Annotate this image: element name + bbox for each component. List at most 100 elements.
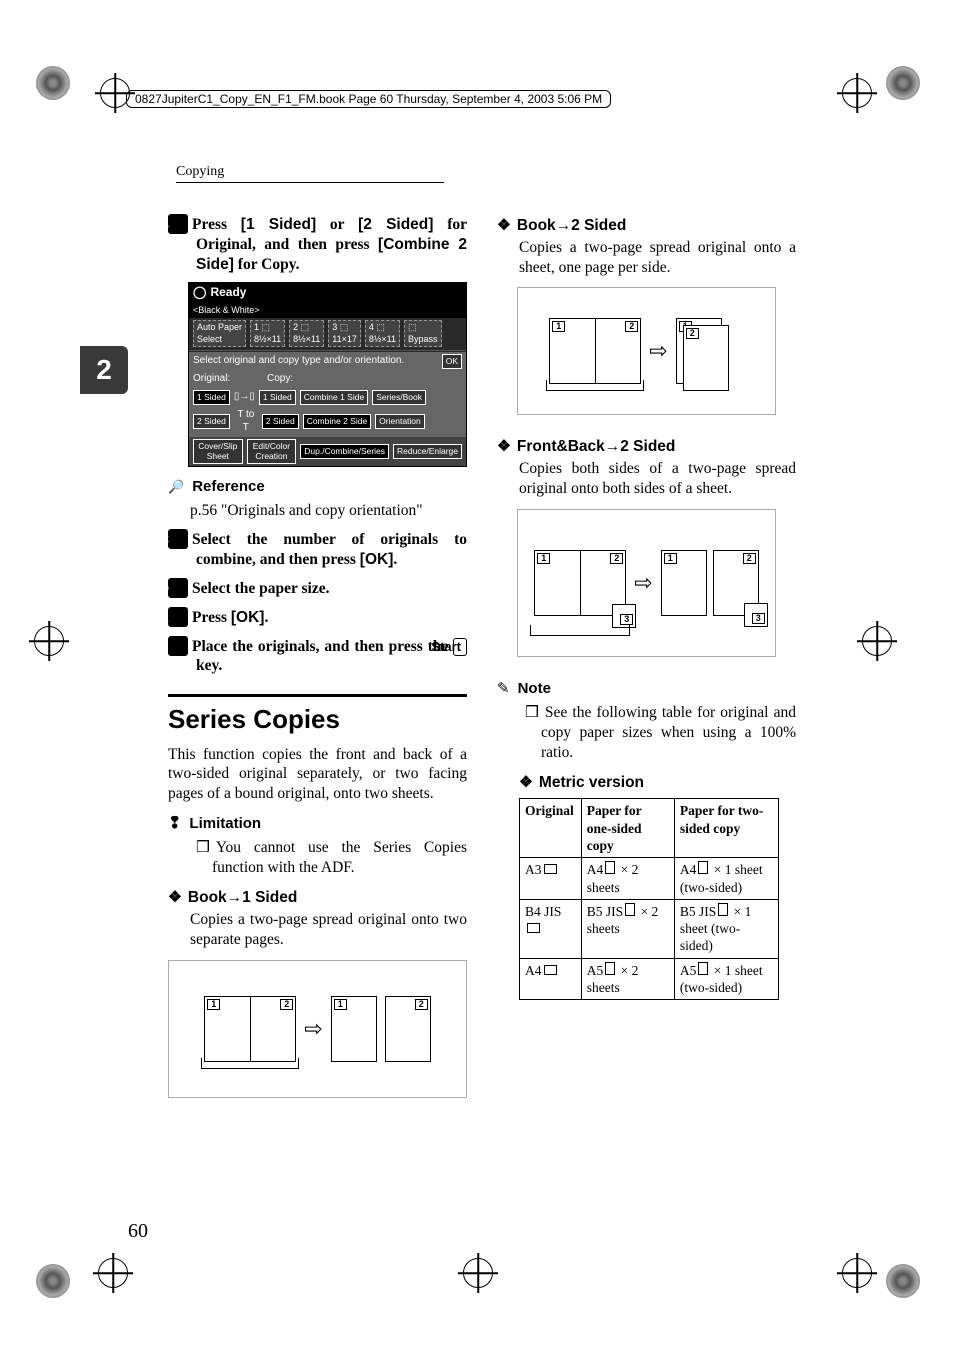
duplex-sheet-icon: 2 3 [713,550,759,616]
tray-button[interactable]: 3 ⬚ 11×17 [328,320,361,347]
registration-mark-icon [842,1258,872,1288]
combine2-button[interactable]: Combine 2 Side [303,414,371,429]
label: Copy: [267,373,293,386]
limitation-heading: Limitation [168,814,467,834]
page-label: 2 [743,553,756,564]
limitation-text: You cannot use the Series Copies functio… [182,838,467,878]
book-1sided-heading: Book→1 Sided [168,888,467,908]
orig-1sided-button[interactable]: 1 Sided [193,390,230,405]
step-number-icon: D [168,578,188,598]
tray-button[interactable]: 1 ⬚ 8½×11 [250,320,285,347]
page-label: 1 [207,999,220,1010]
table-header: Original [520,799,582,858]
text: . [264,609,268,626]
spread-icon: 1 2 [549,318,641,384]
table-header: Paper for one-sided copy [581,799,674,858]
text: . [393,551,397,568]
step-2: BPress [1 Sided] or [2 Sided] for Origin… [168,214,467,274]
step-number-icon: B [168,214,188,234]
status-text: Ready [210,285,246,300]
book-1sided-text: Copies a two-page spread original onto t… [190,910,467,950]
page-label: 3 [752,613,765,624]
copy-1sided-button[interactable]: 1 Sided [259,390,296,405]
text: or [316,216,358,233]
portrait-icon [625,903,635,916]
crop-mark-icon [886,66,920,100]
portrait-icon [718,903,728,916]
limitation-icon [168,816,185,832]
page-label: 1 [664,553,677,564]
landscape-icon [544,965,557,975]
step-3: CSelect the number of originals to combi… [168,529,467,570]
tray-button[interactable]: 4 ⬚ 8½×11 [365,320,400,347]
registration-mark-icon [842,78,872,108]
orientation-button[interactable]: Orientation [375,414,425,429]
step-number-icon: F [168,636,188,656]
table-row: A3 A4 × 2 sheets A4 × 1 sheet (two-sided… [520,858,779,900]
tray-button[interactable]: 2 ⬚ 8½×11 [289,320,324,347]
registration-mark-icon [463,1258,493,1288]
footer-tab[interactable]: Dup./Combine/Series [300,444,389,459]
footer-tab[interactable]: Reduce/Enlarge [393,444,462,459]
spread-icon: 1 2 [204,996,296,1062]
copy-2sided-button[interactable]: 2 Sided [262,414,299,429]
crop-mark-icon [36,66,70,100]
copier-panel-screenshot: ◯ Ready <Black & White> Auto Paper Selec… [188,282,467,467]
registration-mark-icon [34,626,64,656]
text: key. [196,657,222,674]
table-row: B4 JIS B5 JIS × 2 sheets B5 JIS × 1 shee… [520,899,779,958]
page-label: 3 [620,614,633,625]
ttot-label: T to T [234,409,258,435]
series-book-button[interactable]: Series/Book [372,390,426,405]
sheet-icon: 2 [385,996,431,1062]
bypass-button[interactable]: ⬚ Bypass [404,320,442,347]
divider [168,694,467,697]
book-2sided-text: Copies a two-page spread original onto a… [519,238,796,278]
label: Original: [193,373,263,386]
landscape-icon [527,923,540,933]
crop-header: 0827JupiterC1_Copy_EN_F1_FM.book Page 60… [126,90,611,108]
ok-button[interactable]: OK [442,354,462,369]
auto-paper-button[interactable]: Auto Paper Select [193,320,246,347]
registration-mark-icon [98,1258,128,1288]
left-column: BPress [1 Sided] or [2 Sided] for Origin… [168,206,467,1198]
text: Press [192,216,241,233]
footer-tab[interactable]: Edit/Color Creation [247,439,297,465]
ui-label: [1 Sided] [241,216,316,233]
page-label: 2 [686,328,699,339]
step-4: DSelect the paper size. [168,578,467,599]
sheet-icon: 1 [661,550,707,616]
page-label: 1 [334,999,347,1010]
table-row: A4 A5 × 2 sheets A5 × 1 sheet (two-sided… [520,958,779,1000]
page-label: 2 [280,999,293,1010]
landscape-icon [544,864,557,874]
portrait-icon [605,962,615,975]
text: for Copy. [234,256,300,273]
right-column: Book→2 Sided Copies a two-page spread or… [497,206,796,1198]
footer-tab[interactable]: Cover/Slip Sheet [193,439,243,465]
frontback-2sided-heading: Front&Back→2 Sided [497,437,796,457]
step-6: FPlace the originals, and then press the… [168,636,467,677]
frontback-2sided-text: Copies both sides of a two-page spread o… [519,459,796,499]
section-heading: Copying [176,164,444,183]
text: Select the number of originals to combin… [192,531,467,568]
series-copies-text: This function copies the front and back … [168,745,467,804]
page-label: 2 [415,999,428,1010]
note-heading: Note [497,679,796,699]
mode-text: <Black & White> [189,303,466,319]
page-label: 2 [610,553,623,564]
reference-icon [168,479,188,495]
chapter-tab: 2 [80,346,128,394]
instruction-text: Select original and copy type and/or ori… [193,355,438,368]
book-2sided-diagram: 1 2 ⇨ 1 2 [517,287,776,415]
table-header: Paper for two-sided copy [674,799,778,858]
combine1-button[interactable]: Combine 1 Side [300,390,368,405]
crop-mark-icon [36,1264,70,1298]
text: Press [192,609,231,626]
registration-mark-icon [862,626,892,656]
portrait-icon [698,962,708,975]
text: Place the originals, and then press the [192,638,453,655]
orig-2sided-button[interactable]: 2 Sided [193,414,230,429]
arrow-right-icon: ⇨ [634,569,652,597]
paper-size-table: Original Paper for one-sided copy Paper … [519,798,779,1000]
